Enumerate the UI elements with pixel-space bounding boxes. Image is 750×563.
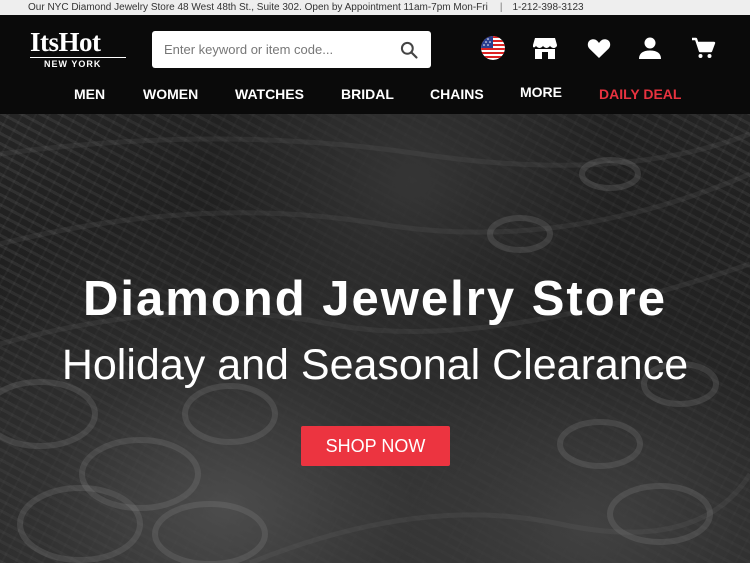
nav-women[interactable]: WOMEN xyxy=(143,82,198,106)
cart-icon[interactable] xyxy=(690,35,716,61)
shop-now-button[interactable]: SHOP NOW xyxy=(301,426,450,466)
nav-chains[interactable]: CHAINS xyxy=(430,82,484,106)
us-flag-icon[interactable] xyxy=(481,36,505,60)
nav-more[interactable]: MORE xyxy=(520,80,562,104)
nav-daily-deal[interactable]: DAILY DEAL xyxy=(599,82,681,106)
search-input[interactable] xyxy=(152,31,392,68)
nav-bridal[interactable]: BRIDAL xyxy=(341,82,394,106)
itshot-logo[interactable]: ItsHot NEW YORK xyxy=(30,28,130,70)
search-bar xyxy=(152,31,431,68)
main-nav: MEN WOMEN WATCHES BRIDAL CHAINS MORE DAI… xyxy=(0,82,750,106)
topbar-separator: | xyxy=(499,2,503,13)
logo-brand: ItsHot xyxy=(30,27,101,57)
top-info-bar: Our NYC Diamond Jewelry Store 48 West 48… xyxy=(0,0,750,15)
search-icon[interactable] xyxy=(399,40,419,60)
account-icon[interactable] xyxy=(637,35,663,61)
nav-men[interactable]: MEN xyxy=(74,82,105,106)
hero-subtitle: Holiday and Seasonal Clearance xyxy=(61,341,689,389)
hero-overlay xyxy=(0,114,750,563)
store-info-text: Our NYC Diamond Jewelry Store 48 West 48… xyxy=(28,2,488,13)
logo-subtitle: NEW YORK xyxy=(44,59,102,69)
store-icon[interactable] xyxy=(532,35,558,61)
phone-link[interactable]: 1-212-398-3123 xyxy=(512,2,583,13)
hero-title: Diamond Jewelry Store xyxy=(83,272,667,326)
logo-rule xyxy=(30,57,126,58)
hero-banner: Diamond Jewelry Store Holiday and Season… xyxy=(0,114,750,563)
site-header: ItsHot NEW YORK Enter keyword or item co… xyxy=(0,15,750,114)
nav-watches[interactable]: WATCHES xyxy=(235,82,304,106)
heart-icon[interactable] xyxy=(586,35,612,61)
